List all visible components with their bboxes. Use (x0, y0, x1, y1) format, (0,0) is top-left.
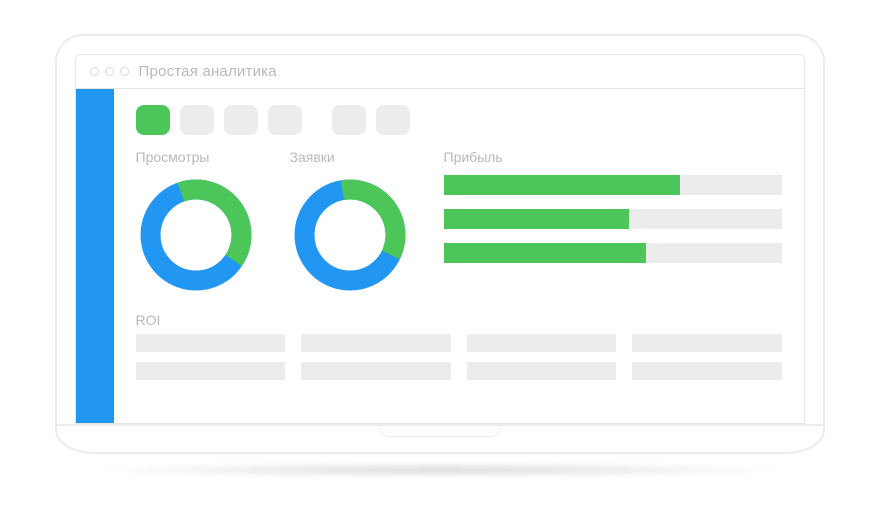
roi-col-1 (136, 334, 286, 390)
roi-cell (632, 334, 782, 352)
roi-label: ROI (136, 312, 782, 328)
profit-section: Прибыль (444, 149, 782, 300)
tab-3[interactable] (224, 105, 258, 135)
roi-cell (136, 334, 286, 352)
metrics-row: Просмотры Заявки (136, 149, 782, 300)
window-title: Простая аналитика (139, 63, 277, 80)
roi-cell (301, 334, 451, 352)
laptop-base (55, 426, 825, 454)
tab-row (136, 105, 782, 135)
profit-label: Прибыль (444, 149, 782, 165)
roi-col-2 (301, 334, 451, 390)
screen-bezel: Простая аналитика Просмотры (55, 34, 825, 426)
roi-cell (467, 362, 617, 380)
profit-bar-2 (444, 209, 782, 229)
laptop-frame: Простая аналитика Просмотры (55, 34, 825, 478)
roi-grid (136, 334, 782, 390)
tab-1[interactable] (136, 105, 170, 135)
tab-4[interactable] (268, 105, 302, 135)
tab-6[interactable] (376, 105, 410, 135)
close-icon[interactable] (90, 67, 99, 76)
app-window: Простая аналитика Просмотры (75, 54, 805, 424)
tab-2[interactable] (180, 105, 214, 135)
titlebar: Простая аналитика (76, 55, 804, 89)
sidebar[interactable] (76, 89, 114, 423)
views-section: Просмотры (136, 149, 256, 300)
roi-col-4 (632, 334, 782, 390)
tab-5[interactable] (332, 105, 366, 135)
views-donut-chart (136, 175, 256, 295)
main-content: Просмотры Заявки (114, 89, 804, 423)
roi-cell (467, 334, 617, 352)
roi-col-3 (467, 334, 617, 390)
requests-label: Заявки (290, 149, 410, 165)
views-label: Просмотры (136, 149, 256, 165)
roi-cell (301, 362, 451, 380)
requests-section: Заявки (290, 149, 410, 300)
roi-cell (632, 362, 782, 380)
profit-bar-3 (444, 243, 782, 263)
laptop-shadow (85, 462, 795, 478)
app-body: Просмотры Заявки (76, 89, 804, 423)
roi-cell (136, 362, 286, 380)
minimize-icon[interactable] (105, 67, 114, 76)
maximize-icon[interactable] (120, 67, 129, 76)
window-controls[interactable] (90, 67, 129, 76)
requests-donut-chart (290, 175, 410, 295)
profit-bar-1 (444, 175, 782, 195)
